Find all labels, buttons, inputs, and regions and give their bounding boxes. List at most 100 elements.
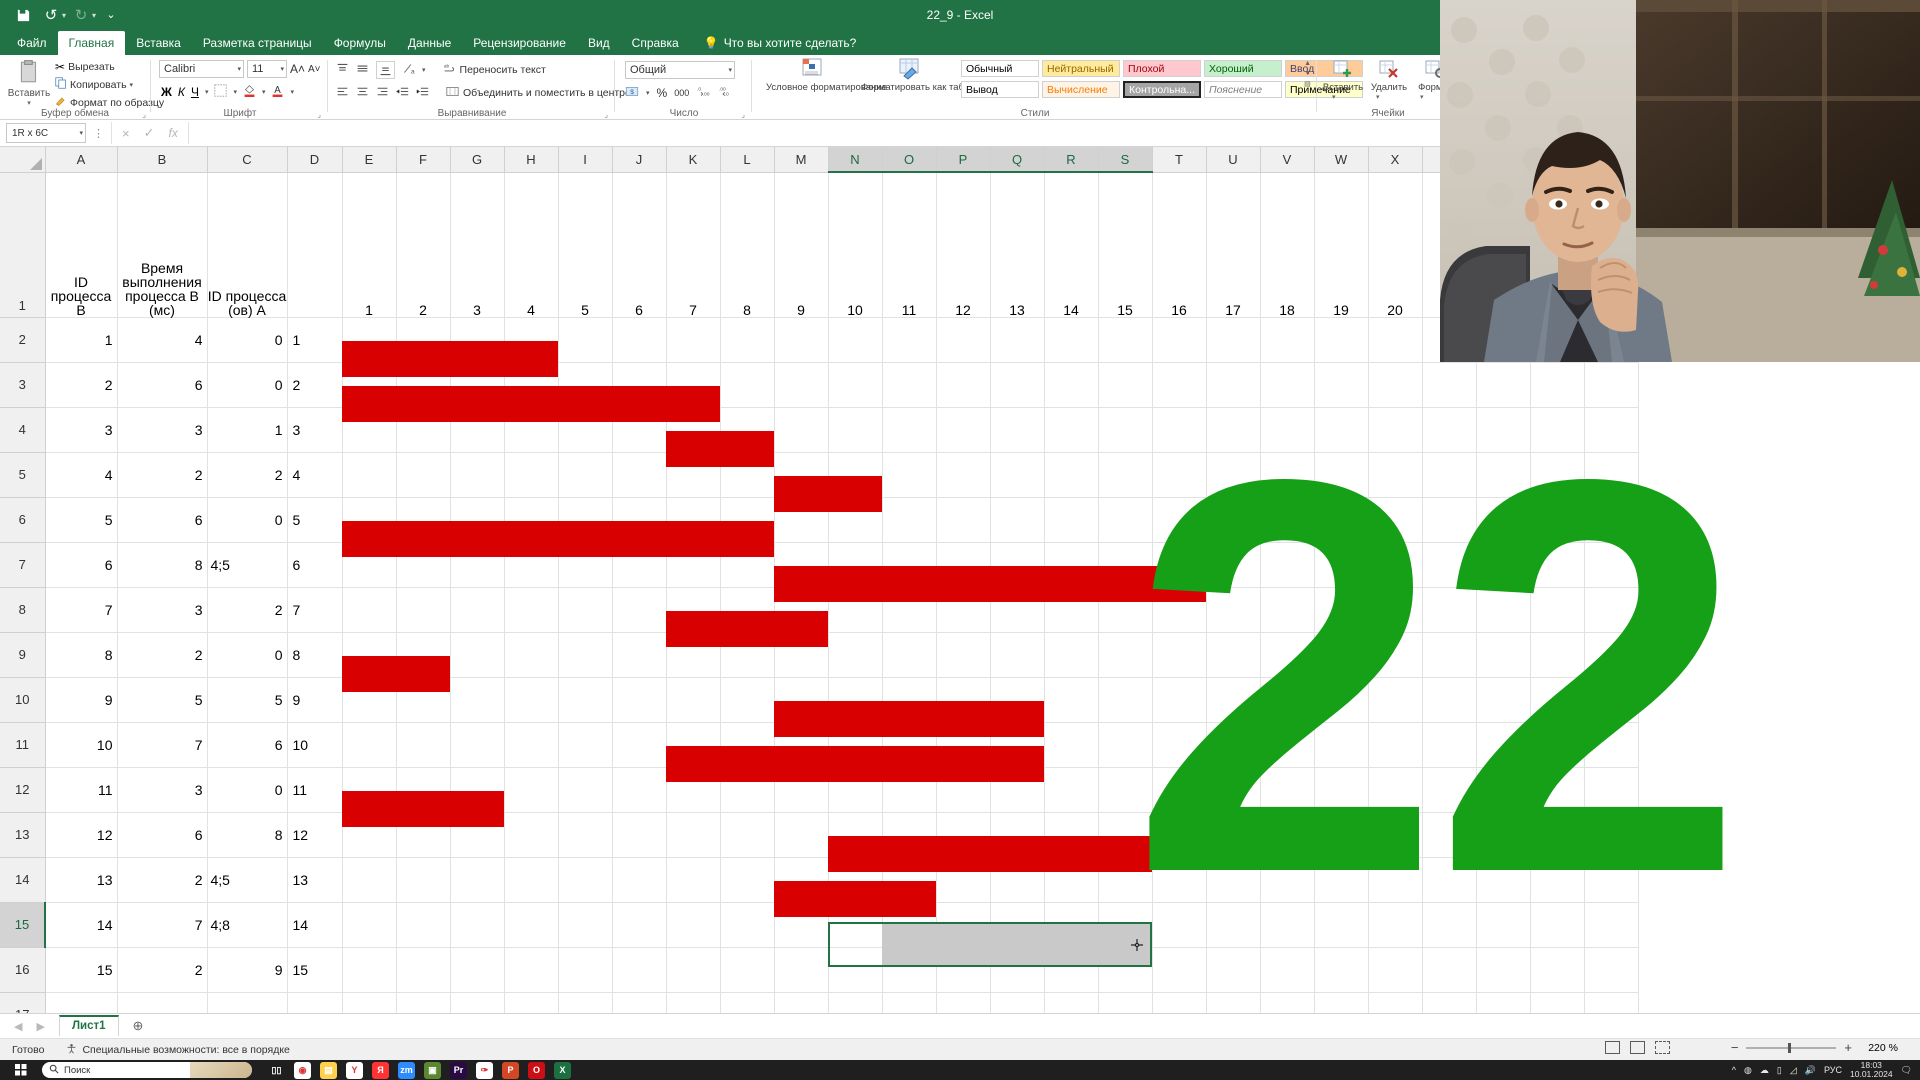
cell-W15[interactable]: [1314, 902, 1369, 948]
cell-V6[interactable]: [1260, 497, 1315, 543]
cell-C16[interactable]: 9: [207, 947, 288, 993]
merge-center-button[interactable]: Объединить и поместить в центре ▾: [446, 85, 638, 101]
row-header-2[interactable]: 2: [0, 317, 46, 363]
zoom-in-button[interactable]: +: [1844, 1040, 1852, 1055]
column-header-D[interactable]: D: [287, 147, 343, 173]
cell-AB9[interactable]: [1584, 632, 1639, 678]
cell-AA3[interactable]: [1530, 362, 1585, 408]
cell-AA4[interactable]: [1530, 407, 1585, 453]
cell-AB16[interactable]: [1584, 947, 1639, 993]
cell-AA10[interactable]: [1530, 677, 1585, 723]
cell-Y4[interactable]: [1422, 407, 1477, 453]
cell-U8[interactable]: [1206, 587, 1261, 633]
cell-Z4[interactable]: [1476, 407, 1531, 453]
row-header-6[interactable]: 6: [0, 497, 46, 543]
column-header-A[interactable]: A: [45, 147, 118, 173]
cell-X10[interactable]: [1368, 677, 1423, 723]
timeline-header-R1[interactable]: 14: [1044, 172, 1099, 318]
align-bottom-icon[interactable]: [376, 61, 395, 79]
cell-R5[interactable]: [1044, 452, 1099, 498]
cell-M4[interactable]: [774, 407, 829, 453]
cell-M16[interactable]: [774, 947, 829, 993]
cell-style-3[interactable]: Хороший: [1204, 60, 1282, 77]
cell-D4[interactable]: 3: [287, 407, 343, 453]
cell-O5[interactable]: [882, 452, 937, 498]
page-break-view-icon[interactable]: [1655, 1041, 1670, 1054]
cell-C11[interactable]: 6: [207, 722, 288, 768]
cell-C4[interactable]: 1: [207, 407, 288, 453]
row-header-16[interactable]: 16: [0, 947, 46, 993]
cell-styles-gallery[interactable]: Обычный Нейтральный Плохой Хороший Ввод Вывод…: [961, 60, 1363, 100]
cell-A14[interactable]: 13: [45, 857, 118, 903]
cell-C15[interactable]: 4;8: [207, 902, 288, 948]
column-header-S[interactable]: S: [1098, 147, 1153, 173]
cell-AB7[interactable]: [1584, 542, 1639, 588]
cell-B7[interactable]: 8: [117, 542, 208, 588]
column-header-N[interactable]: N: [828, 147, 883, 173]
cell-I11[interactable]: [558, 722, 613, 768]
zoom-slider-knob[interactable]: [1788, 1042, 1792, 1053]
decrease-indent-icon[interactable]: [395, 85, 409, 101]
tray-battery-icon[interactable]: ▯: [1777, 1065, 1782, 1076]
timeline-header-Q1[interactable]: 13: [990, 172, 1045, 318]
cell-V11[interactable]: [1260, 722, 1315, 768]
column-header-U[interactable]: U: [1206, 147, 1261, 173]
cell-R4[interactable]: [1044, 407, 1099, 453]
cell-V7[interactable]: [1260, 542, 1315, 588]
header-cell-A1[interactable]: ID процесса B: [45, 172, 118, 318]
table-row[interactable]: 16 15 2 9 15: [0, 947, 1639, 993]
yandex-browser-icon[interactable]: Y: [346, 1061, 363, 1079]
cell-S6[interactable]: [1098, 497, 1153, 543]
column-header-L[interactable]: L: [720, 147, 775, 173]
cell-AB12[interactable]: [1584, 767, 1639, 813]
alignment-dialog-launcher-icon[interactable]: ⌟: [604, 110, 608, 119]
cell-R6[interactable]: [1044, 497, 1099, 543]
cell-J9[interactable]: [612, 632, 667, 678]
cell-AB17[interactable]: [1584, 992, 1639, 1013]
cell-T5[interactable]: [1152, 452, 1207, 498]
cell-H10[interactable]: [504, 677, 559, 723]
cell-A2[interactable]: 1: [45, 317, 118, 363]
zoom-slider[interactable]: [1746, 1042, 1837, 1053]
table-row[interactable]: 32602: [0, 362, 1639, 408]
cancel-entry-icon[interactable]: ×: [122, 126, 130, 141]
cell-C5[interactable]: 2: [207, 452, 288, 498]
row-header-11[interactable]: 11: [0, 722, 46, 768]
cell-I8[interactable]: [558, 587, 613, 633]
cell-F15[interactable]: [396, 902, 451, 948]
cell-D5[interactable]: 4: [287, 452, 343, 498]
cell-D14[interactable]: 13: [287, 857, 343, 903]
cell-Z15[interactable]: [1476, 902, 1531, 948]
cell-U7[interactable]: [1206, 542, 1261, 588]
cell-V14[interactable]: [1260, 857, 1315, 903]
row-header-8[interactable]: 8: [0, 587, 46, 633]
cell-O2[interactable]: [882, 317, 937, 363]
cell-W7[interactable]: [1314, 542, 1369, 588]
format-as-table-button[interactable]: Форматировать как таблицу: [861, 58, 985, 93]
cell-AB14[interactable]: [1584, 857, 1639, 903]
cell-N3[interactable]: [828, 362, 883, 408]
cell-R9[interactable]: [1044, 632, 1099, 678]
taskbar-clock[interactable]: 18:03 10.01.2024: [1850, 1061, 1893, 1079]
cell-S11[interactable]: [1098, 722, 1153, 768]
cell-A10[interactable]: 9: [45, 677, 118, 723]
cell-X17[interactable]: [1368, 992, 1423, 1013]
cell-P17[interactable]: [936, 992, 991, 1013]
table-row[interactable]: 17: [0, 992, 1639, 1013]
currency-format-icon[interactable]: $: [625, 85, 639, 101]
cell-Z17[interactable]: [1476, 992, 1531, 1013]
cell-E15[interactable]: [342, 902, 397, 948]
cell-F16[interactable]: [396, 947, 451, 993]
tab-data[interactable]: Данные: [397, 31, 462, 55]
cell-D3[interactable]: 2: [287, 362, 343, 408]
cell-N9[interactable]: [828, 632, 883, 678]
cell-style-1[interactable]: Нейтральный: [1042, 60, 1120, 77]
cell-T17[interactable]: [1152, 992, 1207, 1013]
cell-Q5[interactable]: [990, 452, 1045, 498]
cell-C14[interactable]: 4;5: [207, 857, 288, 903]
row-header-12[interactable]: 12: [0, 767, 46, 813]
cell-J14[interactable]: [612, 857, 667, 903]
cell-Z10[interactable]: [1476, 677, 1531, 723]
cell-G17[interactable]: [450, 992, 505, 1013]
paste-dropdown-icon[interactable]: ▾: [6, 99, 52, 107]
